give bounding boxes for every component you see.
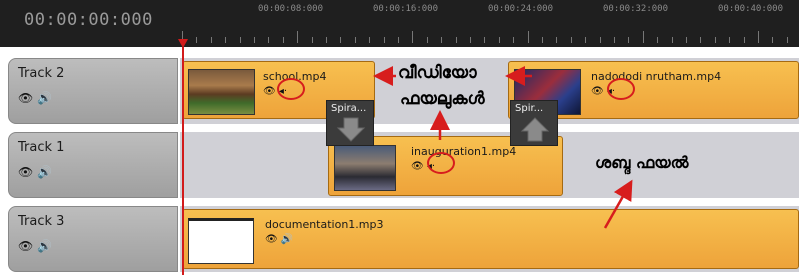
ruler-tick (527, 31, 529, 43)
track-lane-1[interactable]: inauguration1.mp4 👁 ◂· (180, 132, 799, 198)
ruler-tick (657, 37, 659, 43)
eye-icon[interactable]: 👁 (18, 165, 33, 179)
ruler-mark: 00:00:24:000 (488, 4, 554, 14)
eye-icon[interactable]: 👁 (265, 234, 278, 245)
transition-spiral-2[interactable]: Spir... (510, 100, 558, 146)
ruler-tick (686, 37, 687, 43)
eye-icon[interactable]: 👁 (591, 86, 604, 97)
clip-documentation[interactable]: documentation1.mp3 👁 🔊 (182, 209, 799, 269)
highlight-circle (607, 78, 635, 100)
ruler-mark: 00:00:08:000 (258, 4, 324, 14)
arrow-down-icon (336, 117, 366, 142)
ruler-tick (772, 37, 774, 43)
ruler-tick (326, 37, 327, 43)
ruler-tick (470, 37, 471, 43)
track-name: Track 1 (18, 140, 65, 155)
speaker-icon[interactable]: 🔊 (37, 239, 52, 253)
ruler-tick (340, 37, 342, 43)
ruler-tick (758, 31, 759, 43)
ruler-tick (254, 37, 255, 43)
track-name: Track 3 (18, 214, 65, 229)
track-header-3[interactable]: Track 3 👁 🔊 (8, 206, 178, 272)
ruler-tick (700, 37, 702, 43)
ruler-mark: 00:00:32:000 (603, 4, 669, 14)
clip-thumbnail (334, 145, 396, 191)
ruler-tick (354, 37, 356, 43)
eye-icon[interactable]: 👁 (18, 91, 33, 105)
timecode-display: 00:00:00:000 (24, 10, 153, 30)
ruler-tick (455, 37, 457, 43)
speaker-icon[interactable]: 🔊 (281, 234, 293, 245)
track-lane-2[interactable]: school.mp4 👁 ◂· nadododi nrutham.mp4 👁 ◂… (180, 58, 799, 124)
ruler-tick (542, 37, 543, 43)
speaker-icon[interactable]: 🔊 (37, 165, 52, 179)
highlight-circle (427, 152, 455, 174)
track-header-1[interactable]: Track 1 👁 🔊 (8, 132, 178, 198)
track-name: Track 2 (18, 66, 65, 81)
ruler-tick (786, 37, 788, 43)
eye-icon[interactable]: 👁 (263, 86, 276, 97)
ruler-tick (614, 37, 615, 43)
ruler-tick (297, 31, 299, 43)
ruler-tick (484, 37, 486, 43)
track-header-2[interactable]: Track 2 👁 🔊 (8, 58, 178, 124)
ruler-mark: 00:00:40:000 (718, 4, 784, 14)
eye-icon[interactable]: 👁 (411, 161, 424, 172)
timeline-ruler[interactable]: 00:00:00:000 00:00:08:000 00:00:16:000 0… (0, 0, 799, 47)
clip-thumbnail (188, 218, 254, 264)
transition-spiral-1[interactable]: Spira... (326, 100, 374, 146)
ruler-tick (743, 37, 745, 43)
playhead-line[interactable] (182, 47, 184, 275)
annotation-video-files-line2: ഫയലുകൾ (400, 89, 485, 109)
ruler-tick (210, 37, 212, 43)
ruler-scale[interactable]: 00:00:08:000 00:00:16:000 00:00:24:000 0… (178, 0, 799, 47)
clip-thumbnail (188, 69, 255, 115)
ruler-tick (556, 37, 558, 43)
ruler-tick (628, 37, 630, 43)
ruler-tick (570, 37, 572, 43)
annotation-audio-file: ശബ്ദ ഫയൽ (595, 153, 689, 172)
ruler-tick (642, 31, 644, 43)
ruler-tick (513, 37, 515, 43)
arrow-up-icon (520, 117, 550, 142)
ruler-tick (498, 37, 500, 43)
ruler-tick (196, 37, 198, 43)
ruler-tick (714, 37, 716, 43)
ruler-tick (585, 37, 587, 43)
track-lane-3[interactable]: documentation1.mp3 👁 🔊 (180, 206, 799, 272)
clip-name: documentation1.mp3 (265, 218, 384, 231)
clip-name: inauguration1.mp4 (411, 145, 517, 158)
highlight-circle (277, 78, 305, 100)
ruler-tick (282, 37, 284, 43)
speaker-icon[interactable]: 🔊 (37, 91, 52, 105)
ruler-mark: 00:00:16:000 (373, 4, 439, 14)
ruler-tick (426, 37, 428, 43)
eye-icon[interactable]: 👁 (18, 239, 33, 253)
ruler-tick (671, 37, 673, 43)
ruler-tick (225, 37, 227, 43)
ruler-tick (729, 37, 731, 43)
ruler-tick (369, 37, 371, 43)
ruler-tick (412, 31, 414, 43)
ruler-tick (441, 37, 443, 43)
ruler-tick (599, 37, 601, 43)
annotation-video-files-line1: വീഡിയോ (398, 63, 477, 83)
ruler-tick (239, 37, 241, 43)
ruler-tick (398, 37, 399, 43)
ruler-tick (383, 37, 385, 43)
ruler-tick (311, 37, 313, 43)
ruler-tick (268, 37, 270, 43)
